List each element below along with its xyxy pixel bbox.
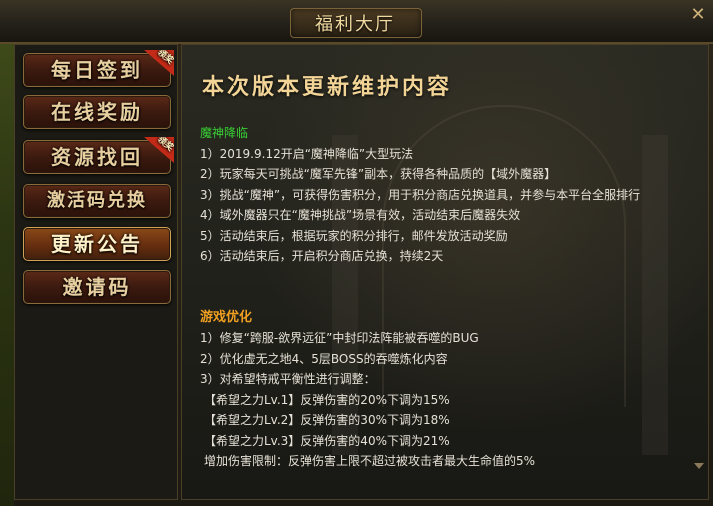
- chevron-down-icon: [694, 463, 704, 469]
- notice-line: 2）玩家每天可挑战“魔军先锋”副本，获得各种品质的【域外魔器】: [200, 167, 557, 181]
- notice-line: 1）修复“跨服-欲界远征”中封印法阵能被吞噬的BUG: [200, 331, 479, 345]
- sidebar-item-label: 激活码兑换: [47, 190, 147, 211]
- section-title: 游戏优化: [200, 309, 253, 325]
- notice-line: 4）域外魔器只在“魔神挑战”场景有效，活动结束后魔器失效: [200, 208, 521, 222]
- sidebar-item-label: 邀请码: [62, 275, 132, 299]
- notice-line: 【希望之力Lv.2】反弹伤害的30%下调为18%: [204, 413, 450, 427]
- sidebar-item-label: 资源找回: [51, 145, 143, 169]
- section-title: 魔神降临: [200, 126, 249, 140]
- sidebar-item-label: 在线奖励: [51, 100, 143, 124]
- notice-line: 2）优化虚无之地4、5层BOSS的吞噬炼化内容: [200, 351, 448, 366]
- close-icon[interactable]: ✕: [687, 4, 709, 26]
- welfare-hall-window: 福利大厅 ✕ 每日签到 领奖 在线奖励 资源找回 领奖 激活码兑换 更新公告 邀…: [0, 0, 713, 506]
- sidebar-item-label: 更新公告: [51, 232, 143, 256]
- notice-line: 6）活动结束后，开启积分商店兑换，持续2天: [200, 249, 444, 263]
- sidebar-item-update-notice[interactable]: 更新公告: [23, 227, 171, 261]
- notice-line: 【希望之力Lv.3】反弹伤害的40%下调为21%: [204, 433, 450, 448]
- notice-line: 5）活动结束后，根据玩家的积分排行，邮件发放活动奖励: [200, 228, 508, 243]
- notice-line: 【希望之力Lv.1】反弹伤害的20%下调为15%: [204, 392, 450, 407]
- sidebar-item-resource-recovery[interactable]: 资源找回 领奖: [23, 137, 174, 174]
- reward-badge: 领奖: [144, 137, 174, 163]
- notice-panel: 本次版本更新维护内容 魔神降临 1）2019.9.12开启“魔神降临”大型玩法 …: [181, 44, 709, 500]
- sidebar-item-online-reward[interactable]: 在线奖励: [23, 95, 171, 129]
- page-title: 本次版本更新维护内容: [202, 74, 453, 100]
- sidebar-item-label: 每日签到: [51, 58, 143, 82]
- notice-line: 3）挑战“魔神”，可获得伤害积分，用于积分商店兑换道具，并参与本平台全服排行: [200, 187, 641, 202]
- notice-line: 3）对希望特戒平衡性进行调整：: [200, 372, 376, 386]
- notice-line: 1）2019.9.12开启“魔神降临”大型玩法: [200, 146, 414, 161]
- title-bar: 福利大厅 ✕: [0, 0, 713, 44]
- notice-content: 魔神降临 1）2019.9.12开启“魔神降临”大型玩法 2）玩家每天可挑战“魔…: [200, 123, 700, 472]
- sidebar: 每日签到 领奖 在线奖励 资源找回 领奖 激活码兑换 更新公告 邀请码: [14, 44, 178, 500]
- sidebar-item-daily-signin[interactable]: 每日签到 领奖: [23, 50, 174, 87]
- sidebar-item-code-redeem[interactable]: 激活码兑换: [23, 184, 171, 218]
- scroll-down-arrow[interactable]: [694, 463, 704, 487]
- notice-line: 增加伤害限制：反弹伤害上限不超过被攻击者最大生命值的5%: [204, 454, 536, 468]
- reward-badge: 领奖: [144, 50, 174, 76]
- sidebar-item-invite-code[interactable]: 邀请码: [23, 270, 171, 304]
- background-strip: [0, 40, 14, 506]
- window-title: 福利大厅: [315, 14, 395, 35]
